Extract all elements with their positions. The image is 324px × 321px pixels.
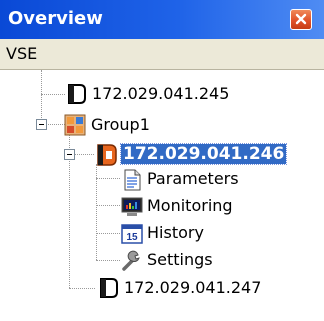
- tree-line: [41, 70, 42, 124]
- tree-line: [96, 260, 120, 261]
- document-icon: [124, 169, 141, 191]
- tree-item-label: Settings: [147, 250, 213, 269]
- close-button[interactable]: [290, 9, 312, 30]
- tree-item-label: Monitoring: [147, 196, 233, 215]
- tree-item-label: History: [147, 223, 204, 242]
- overview-panel: Overview VSE 172.029.041.245 Group1 172.…: [0, 0, 324, 321]
- tree-item-label: 172.029.041.247: [124, 278, 262, 297]
- device-active-icon: [97, 144, 117, 166]
- tree-root-row[interactable]: VSE: [0, 39, 324, 70]
- window-title: Overview: [8, 8, 103, 29]
- tree-item-label: 172.029.041.246: [119, 143, 288, 165]
- tree-root-label: VSE: [6, 44, 38, 63]
- tree-item-label: 172.029.041.245: [92, 84, 230, 103]
- tree-line: [96, 178, 120, 179]
- tree-item-device-247[interactable]: 172.029.041.247: [94, 276, 304, 300]
- tree-item-parameters[interactable]: Parameters: [120, 168, 280, 192]
- group-icon: [64, 114, 86, 136]
- calendar-day-number: 15: [126, 232, 138, 243]
- device-tree: 172.029.041.245 Group1 172.029.041.246 P…: [0, 70, 324, 321]
- device-icon: [68, 84, 86, 104]
- device-246-collapse-toggle[interactable]: [64, 149, 75, 160]
- calendar-icon: 15: [121, 224, 143, 244]
- tree-item-label: Parameters: [147, 169, 239, 188]
- tree-item-device-245[interactable]: 172.029.041.245: [62, 82, 272, 106]
- tree-item-group1[interactable]: Group1: [62, 113, 212, 137]
- group1-collapse-toggle[interactable]: [36, 119, 47, 130]
- tree-line: [96, 205, 120, 206]
- wrench-icon: [122, 250, 140, 271]
- tree-item-settings[interactable]: Settings: [120, 249, 280, 273]
- tree-line: [96, 233, 120, 234]
- tree-item-device-246[interactable]: 172.029.041.246: [92, 142, 312, 168]
- title-bar[interactable]: Overview: [0, 0, 324, 39]
- tree-item-monitoring[interactable]: Monitoring: [120, 195, 280, 219]
- monitor-icon: [121, 197, 143, 216]
- tree-item-history[interactable]: 15 History: [120, 222, 280, 246]
- tree-item-label: Group1: [91, 115, 150, 134]
- device-icon: [100, 278, 118, 298]
- tree-line: [74, 154, 94, 155]
- tree-line: [69, 288, 95, 289]
- close-icon: [295, 13, 307, 25]
